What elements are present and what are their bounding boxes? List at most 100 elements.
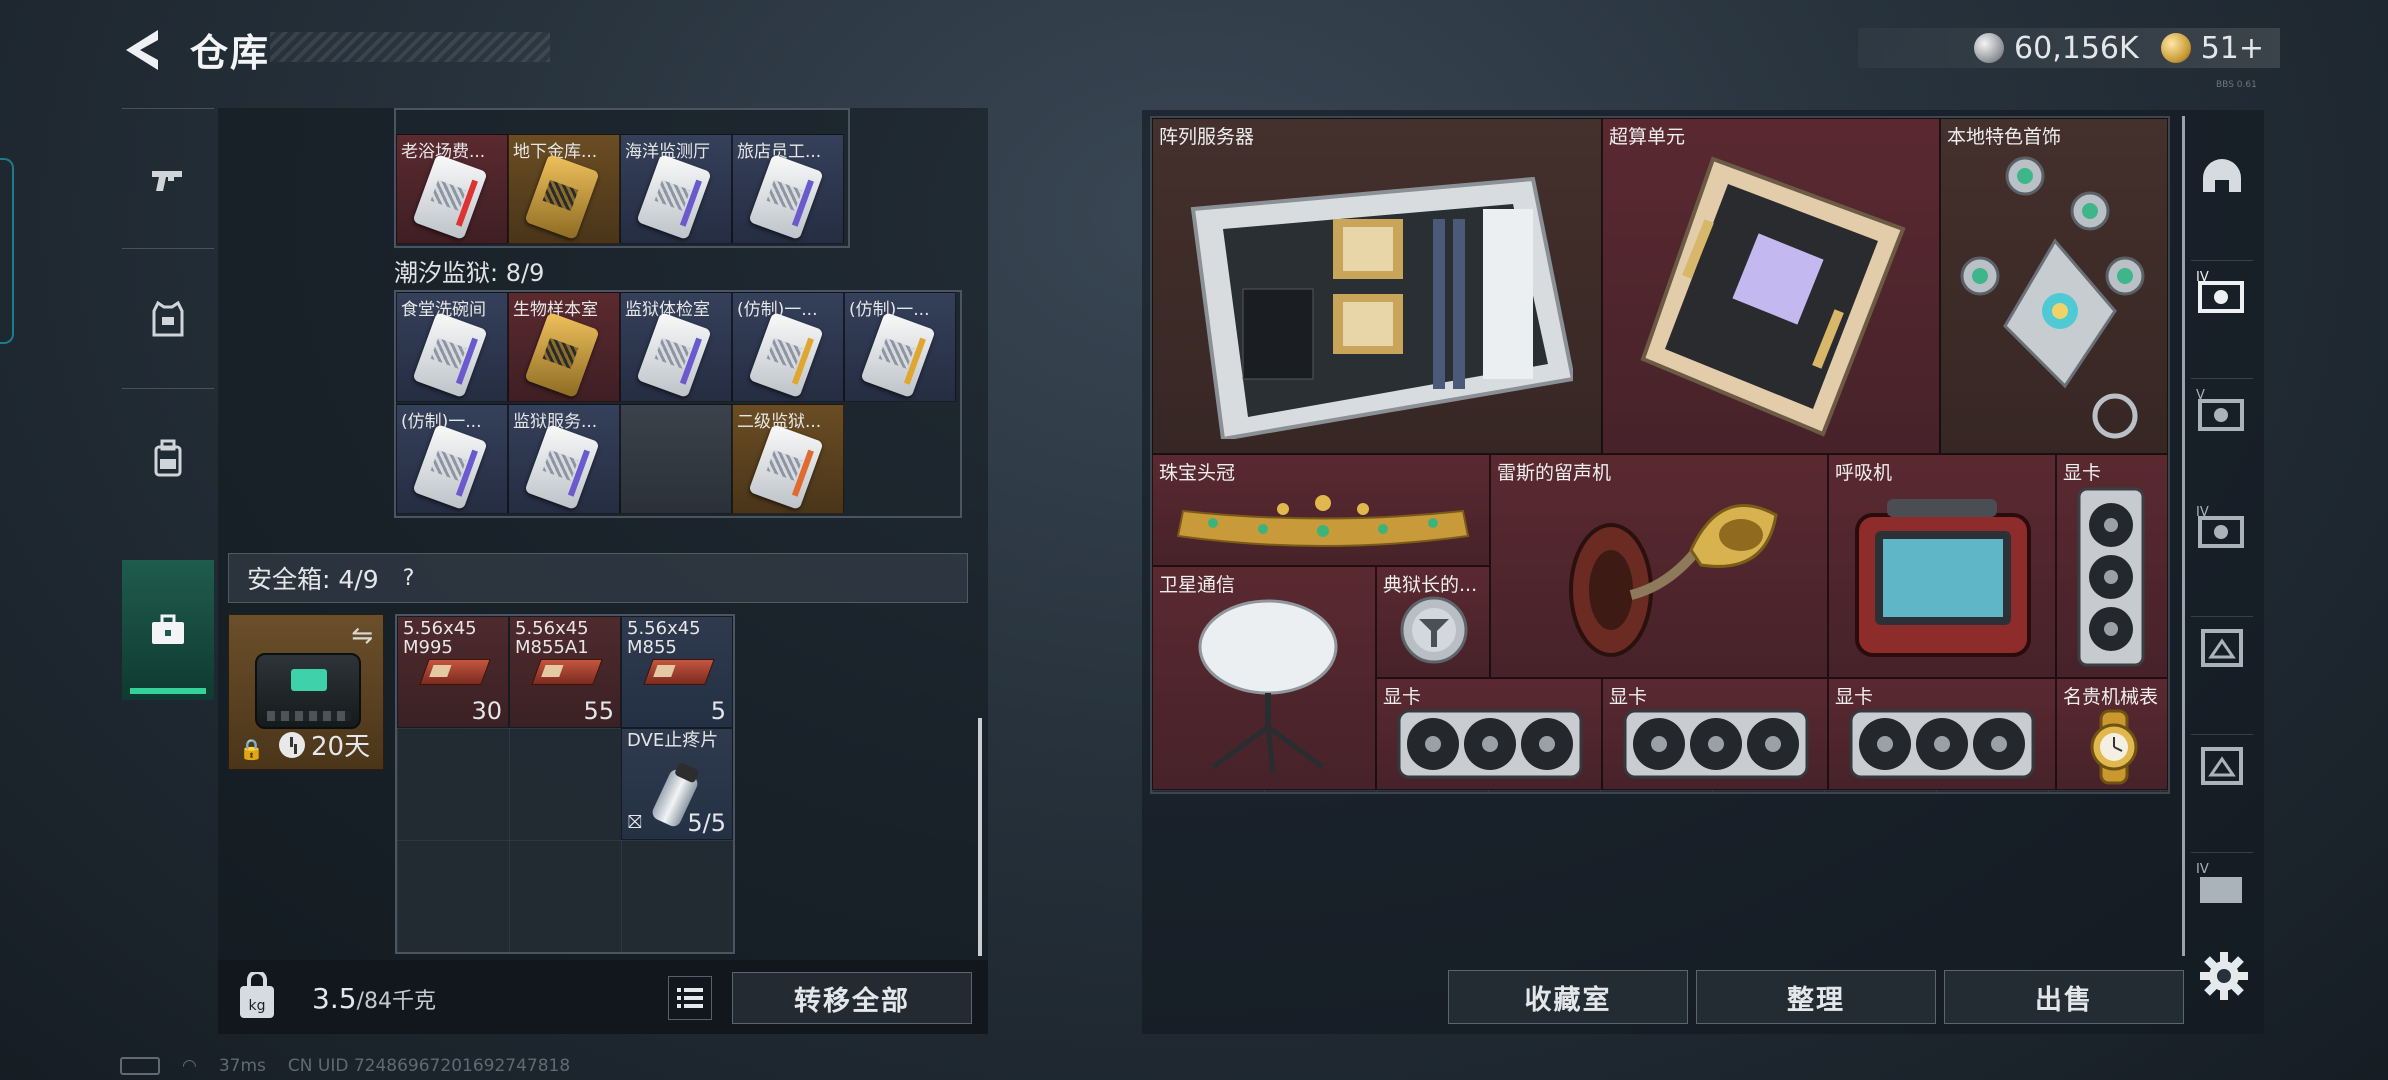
stash-item[interactable]: 卫星通信	[1152, 566, 1376, 790]
helmet-tab-icon	[2203, 159, 2241, 192]
ammo-item[interactable]: 5.56x45 M855A1 55	[509, 616, 621, 728]
title-decoration	[270, 32, 550, 62]
nav-backpack[interactable]	[122, 388, 214, 528]
weight-readout: 3.5/84千克	[312, 982, 436, 1015]
gpu-vertical-art	[2077, 487, 2145, 667]
safebox-icon	[255, 653, 361, 729]
stash-tab[interactable]	[2191, 734, 2253, 796]
keycard-icon	[748, 311, 824, 399]
key-card[interactable]: (仿制)一...	[396, 404, 508, 514]
gold-amount: 51+	[2200, 30, 2264, 66]
keycard-icon	[636, 311, 712, 399]
list-view-button[interactable]	[668, 976, 712, 1020]
gpu-art	[1623, 709, 1809, 779]
collection-room-button[interactable]: 收藏室	[1448, 970, 1688, 1024]
key-card[interactable]: 监狱服务...	[508, 404, 620, 514]
keycard-icon	[636, 153, 712, 241]
keycard-icon	[524, 311, 600, 399]
list-icon	[677, 988, 703, 1008]
keycard-icon	[412, 153, 488, 241]
stash-item[interactable]: 呼吸机	[1828, 454, 2056, 678]
inventory-scrollbar[interactable]	[978, 718, 982, 956]
keycard-icon	[412, 311, 488, 399]
equipment-nav	[122, 108, 214, 708]
mainboard-art	[1640, 156, 1906, 437]
side-drawer-handle[interactable]	[0, 158, 14, 344]
silver-amount: 60,156K	[2014, 30, 2139, 66]
nav-armor[interactable]	[122, 248, 214, 388]
key-card[interactable]: 海洋监测厅	[620, 134, 732, 244]
key-grid-top: 老浴场费... 地下金库... 海洋监测厅 旅店员工...	[394, 108, 850, 248]
stash-item[interactable]: 显卡	[2056, 454, 2168, 678]
silver-coin-icon	[1974, 33, 2005, 63]
tier4-case-icon-2: IV	[2196, 505, 2244, 548]
back-arrow-icon[interactable]	[118, 22, 174, 78]
version-note: BBS 0.61	[2216, 80, 2257, 90]
stash-tab[interactable]	[2191, 146, 2253, 208]
page-title: 仓库	[190, 31, 271, 75]
stash-item[interactable]: 雷斯的留声机	[1490, 454, 1828, 678]
status-bar: ◠ 37ms CN UID 7248696720169274781​8	[120, 1056, 570, 1076]
safebox-header: 安全箱: 4/9 ?	[228, 553, 968, 603]
battery-icon	[120, 1057, 160, 1075]
gramophone-art	[1569, 504, 1778, 657]
no-sell-icon: ⛝	[628, 812, 642, 833]
key-card[interactable]: 二级监狱...	[732, 404, 844, 514]
empty-key-slot[interactable]	[620, 404, 732, 514]
stash-item[interactable]: 显卡	[1376, 678, 1602, 790]
medicine-item[interactable]: DVE止疼片 ⛝ 5/5	[621, 728, 733, 840]
stash-tab[interactable]: IV	[2191, 852, 2253, 914]
transfer-all-button[interactable]: 转移全部	[732, 972, 972, 1024]
key-card[interactable]: 生物样本室	[508, 292, 620, 402]
nav-weapon[interactable]	[122, 108, 214, 248]
sort-button[interactable]: 整理	[1696, 970, 1936, 1024]
server-art	[1190, 176, 1573, 439]
key-card[interactable]: (仿制)一...	[732, 292, 844, 402]
stash-item[interactable]: 显卡	[1828, 678, 2056, 790]
stash-tabs: IV V IV IV	[2182, 116, 2254, 956]
watch-art	[2090, 709, 2138, 785]
key-card[interactable]: 食堂洗碗间	[396, 292, 508, 402]
key-card[interactable]: 地下金库...	[508, 134, 620, 244]
badge-art	[1400, 596, 1468, 664]
help-icon[interactable]: ?	[393, 562, 425, 594]
keycard-icon	[524, 153, 600, 241]
stash-tab[interactable]: IV	[2191, 260, 2253, 322]
vest-icon	[152, 300, 184, 336]
swap-icon[interactable]: ⇋	[351, 621, 373, 651]
settings-gear-icon[interactable]	[2198, 950, 2250, 1002]
gold-currency[interactable]: 51+	[2160, 30, 2264, 66]
gold-coin-icon	[2160, 33, 2191, 63]
wifi-icon: ◠	[182, 1056, 197, 1076]
stash-item[interactable]: 名贵机械表	[2056, 678, 2168, 790]
stash-item[interactable]: 阵列服务器	[1152, 118, 1602, 454]
map-case-icon-2	[2201, 746, 2243, 785]
stash-tab[interactable]	[2191, 616, 2253, 678]
safebox-slot[interactable]: ⇋ 🔒 20天	[228, 614, 384, 770]
stash-tab[interactable]: V	[2191, 378, 2253, 440]
ventilator-art	[1855, 499, 2031, 657]
stash-tab[interactable]: IV	[2191, 496, 2253, 558]
keycard-icon	[748, 153, 824, 241]
stash-item[interactable]: 超算单元	[1602, 118, 1940, 454]
key-card[interactable]: 监狱体检室	[620, 292, 732, 402]
stash-item[interactable]: 显卡	[1602, 678, 1828, 790]
ammo-item[interactable]: 5.56x45 M995 30	[397, 616, 509, 728]
tier4-case-icon: IV	[2196, 270, 2244, 313]
nav-case[interactable]	[122, 560, 214, 700]
ammo-item[interactable]: 5.56x45 M855 5	[621, 616, 733, 728]
lock-icon: 🔒	[239, 737, 264, 761]
key-card[interactable]: 旅店员工...	[732, 134, 844, 244]
safebox-duration: 20天	[279, 726, 370, 763]
stash-item[interactable]: 珠宝头冠	[1152, 454, 1490, 566]
key-card[interactable]: (仿制)一...	[844, 292, 956, 402]
ping-readout: 37ms	[218, 1056, 266, 1076]
pistol-icon	[152, 170, 182, 191]
silver-currency[interactable]: 60,156K	[1974, 31, 2139, 66]
keycard-icon	[748, 423, 824, 511]
prison-section-title: 潮汐监狱: 8/9	[394, 259, 545, 287]
stash-item[interactable]: 典狱长的...	[1376, 566, 1490, 678]
stash-item[interactable]: 本地特色首饰	[1940, 118, 2168, 454]
key-card[interactable]: 老浴场费...	[396, 134, 508, 244]
sell-button[interactable]: 出售	[1944, 970, 2184, 1024]
